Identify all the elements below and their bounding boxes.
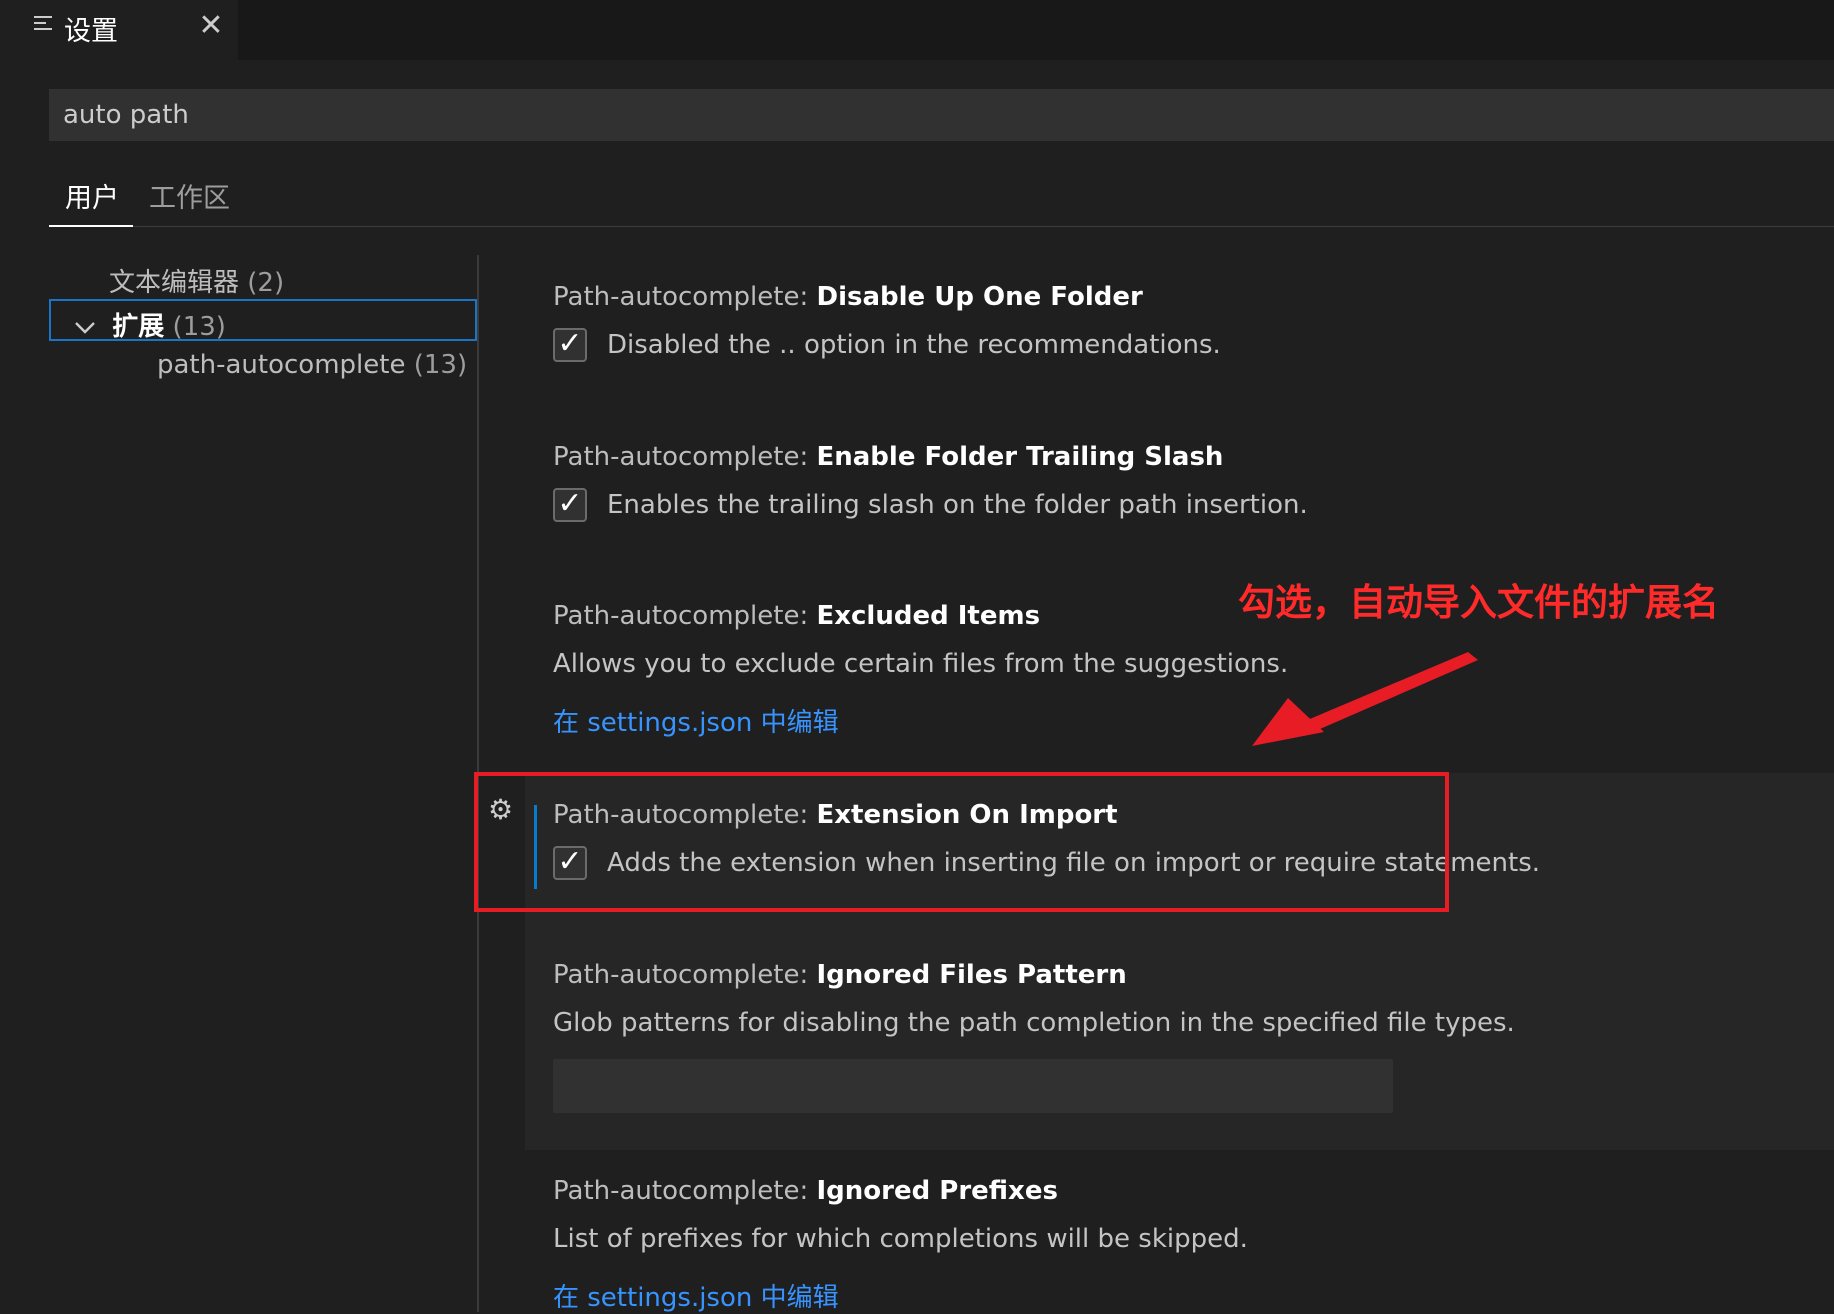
toc-item-label: 文本编辑器: [109, 268, 240, 298]
scope-tabs: 用户 工作区: [49, 170, 1834, 227]
editor-tab-bar: 设置 ✕: [0, 0, 1834, 60]
toc-item-count: (13): [172, 312, 226, 342]
toc-item-label: path-autocomplete: [157, 350, 406, 380]
edit-in-settings-json-link[interactable]: 在 settings.json 中编辑: [553, 702, 839, 739]
setting-description: List of prefixes for which completions w…: [553, 1224, 1248, 1254]
setting-title-excluded-items: Path-autocomplete: Excluded Items: [553, 601, 1041, 631]
setting-title-enable-folder-trailing-slash: Path-autocomplete: Enable Folder Trailin…: [553, 442, 1224, 472]
ignored-files-pattern-input[interactable]: [553, 1059, 1393, 1113]
setting-description: Disabled the .. option in the recommenda…: [607, 330, 1221, 360]
edit-in-settings-json-link[interactable]: 在 settings.json 中编辑: [553, 1277, 839, 1314]
setting-description: Allows you to exclude certain files from…: [553, 649, 1289, 679]
toc-item-label: 扩展: [112, 312, 165, 342]
setting-title-ignored-files-pattern: Path-autocomplete: Ignored Files Pattern: [553, 960, 1127, 990]
checkbox-enable-folder-trailing-slash[interactable]: ✓: [553, 488, 587, 522]
setting-title-disable-up-one-folder: Path-autocomplete: Disable Up One Folder: [553, 282, 1143, 312]
toc-item-path-autocomplete[interactable]: path-autocomplete (13): [157, 350, 467, 380]
chevron-down-icon: [75, 321, 95, 334]
checkbox-disable-up-one-folder[interactable]: ✓: [553, 328, 587, 362]
tab-workspace[interactable]: 工作区: [149, 176, 230, 215]
settings-lines-icon: [34, 16, 52, 36]
tab-title: 设置: [64, 16, 118, 47]
setting-title-ignored-prefixes: Path-autocomplete: Ignored Prefixes: [553, 1176, 1058, 1206]
active-tab-underline: [49, 225, 133, 227]
settings-tab[interactable]: 设置 ✕: [0, 0, 238, 60]
settings-search-input[interactable]: [49, 89, 1834, 141]
tab-user[interactable]: 用户: [65, 176, 119, 215]
setting-description: Glob patterns for disabling the path com…: [553, 1008, 1515, 1038]
setting-description: Enables the trailing slash on the folder…: [607, 490, 1308, 520]
toc-item-count: (13): [413, 350, 468, 380]
toc-item-count: (2): [247, 268, 285, 298]
toc-item-extensions[interactable]: 扩展 (13): [74, 306, 226, 343]
annotation-highlight-box: [474, 772, 1449, 912]
close-icon[interactable]: ✕: [196, 8, 226, 44]
annotation-text: 勾选，自动导入文件的扩展名: [1238, 581, 1719, 624]
annotation-arrow-icon: [1252, 652, 1478, 746]
toc-item-text-editor[interactable]: 文本编辑器 (2): [109, 262, 284, 299]
